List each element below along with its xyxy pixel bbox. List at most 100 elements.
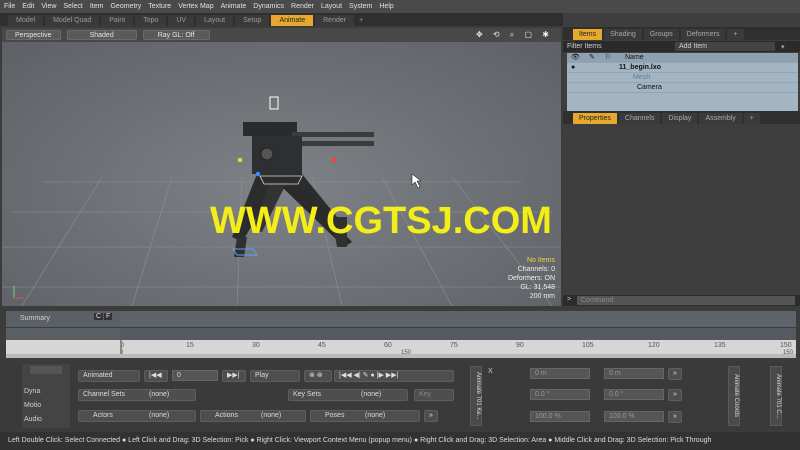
key-nav-buttons[interactable]: |◀◀ ◀| ✎ ● |▶ ▶▶| xyxy=(334,370,454,382)
menu-item-file[interactable]: File xyxy=(4,3,15,10)
tab-properties[interactable]: Properties xyxy=(573,113,617,124)
animate-coords-vtab[interactable]: Animate Coords xyxy=(728,366,740,426)
tab-topo[interactable]: Topo xyxy=(135,15,167,26)
ruler-tick-label: 120 xyxy=(648,342,660,349)
view-type-button[interactable]: Perspective xyxy=(6,30,61,40)
filter-items-field[interactable]: Filter Items xyxy=(563,43,673,50)
tab-setup[interactable]: Setup xyxy=(235,15,270,26)
menu-item-system[interactable]: System xyxy=(349,3,372,10)
menu-item-edit[interactable]: Edit xyxy=(22,3,34,10)
menu-item-vertex-map[interactable]: Vertex Map xyxy=(178,3,213,10)
menu-item-select[interactable]: Select xyxy=(63,3,82,10)
tab-animate[interactable]: Animate xyxy=(271,15,314,26)
tab-assembly[interactable]: Assembly xyxy=(699,113,742,124)
tab-model-quad[interactable]: Model Quad xyxy=(45,15,100,26)
actions-value: (none) xyxy=(261,412,282,419)
visibility-icon[interactable]: ● xyxy=(571,63,575,73)
summary-c-button[interactable]: C xyxy=(94,313,104,320)
scale-y-field[interactable]: 100.0 % xyxy=(604,411,664,422)
scale-x-field[interactable]: 100.0 % xyxy=(530,411,590,422)
viewport-nav-icons[interactable]: ✥ ⟲ ⌕ ▢ ✱ xyxy=(476,30,553,40)
summary-label: Summary xyxy=(20,315,50,322)
actors-dropdown[interactable]: Actors (none) xyxy=(78,410,196,422)
menu-item-render[interactable]: Render xyxy=(291,3,314,10)
frame-field[interactable]: 0 xyxy=(172,370,218,381)
rotation-x-field[interactable]: 0.0 ° xyxy=(530,389,590,400)
position-x-field[interactable]: 0 m xyxy=(530,368,590,379)
step-forward-buttons[interactable]: ▶▶| xyxy=(222,370,246,382)
actions-dropdown[interactable]: Actions (none) xyxy=(200,410,306,422)
scale-forward-button[interactable]: » xyxy=(668,411,682,423)
side-button-group: Dyna Motio Audio xyxy=(22,364,70,428)
raygl-button[interactable]: Ray GL: Off xyxy=(142,30,210,40)
command-input[interactable]: Command xyxy=(577,296,795,305)
tab-shading[interactable]: Shading xyxy=(604,29,642,40)
menu-item-dynamics[interactable]: Dynamics xyxy=(253,3,284,10)
actors-value: (none) xyxy=(149,412,170,419)
skip-back-buttons[interactable]: |◀◀ xyxy=(144,370,168,382)
list-item[interactable]: ● 11_begin.lxo xyxy=(567,63,798,73)
menu-item-item[interactable]: Item xyxy=(90,3,104,10)
eye-icon: 👁 xyxy=(571,54,580,61)
add-item-button[interactable]: Add Item xyxy=(675,42,775,51)
key-tools-icons[interactable]: ⊗ ⊗ xyxy=(304,370,332,382)
mouse-cursor xyxy=(411,173,422,189)
ruler-tick-label: 105 xyxy=(582,342,594,349)
position-y-field[interactable]: 0 m xyxy=(604,368,664,379)
tab-paint[interactable]: Paint xyxy=(101,15,134,26)
menu-item-layout[interactable]: Layout xyxy=(321,3,342,10)
tab-uv[interactable]: UV xyxy=(168,15,195,26)
tab-deformers[interactable]: Deformers xyxy=(680,29,726,40)
3d-viewport[interactable]: No Items Channels: 0 Deformers: ON GL: 3… xyxy=(2,42,561,306)
tab-layout[interactable]: Layout xyxy=(196,15,234,26)
add-properties-tab-button[interactable]: + xyxy=(743,113,760,124)
list-item[interactable]: Camera xyxy=(567,83,798,93)
list-item[interactable]: Mesh xyxy=(567,73,798,83)
key-sets-value: (none) xyxy=(361,391,382,398)
tab-groups[interactable]: Groups xyxy=(643,29,679,40)
tab-display[interactable]: Display xyxy=(662,113,698,124)
range-bar[interactable] xyxy=(6,354,796,358)
poses-label: Poses xyxy=(325,412,345,419)
play-button[interactable]: Play xyxy=(250,370,300,382)
key-button[interactable]: Key xyxy=(414,389,454,401)
menu-item-help[interactable]: Help xyxy=(379,3,393,10)
add-layout-tab-button[interactable]: + xyxy=(356,15,366,26)
menu-item-view[interactable]: View xyxy=(41,3,56,10)
poses-forward-button[interactable]: » xyxy=(424,410,438,422)
ruler-tick-label: 75 xyxy=(450,342,458,349)
channels-label: Channels: 0 xyxy=(517,266,555,273)
position-forward-button[interactable]: » xyxy=(668,368,682,380)
rotation-forward-button[interactable]: » xyxy=(668,389,682,401)
animated-dropdown[interactable]: Animated xyxy=(78,370,140,382)
poses-dropdown[interactable]: Poses (none) xyxy=(310,410,420,422)
key-sets-dropdown[interactable]: Key Sets (none) xyxy=(288,389,408,401)
animate-keys-vtab[interactable]: Animate 701 Ke... xyxy=(470,366,482,426)
timeline-track-row[interactable] xyxy=(6,328,796,340)
tab-model[interactable]: Model xyxy=(8,15,44,26)
menu-icon[interactable]: ▾ xyxy=(781,43,785,51)
keyframe-track[interactable] xyxy=(120,328,796,340)
add-items-tab-button[interactable]: + xyxy=(727,29,744,40)
audio-button[interactable]: Audio xyxy=(24,416,42,423)
dynamics-button[interactable]: Dyna xyxy=(24,388,40,395)
menu-item-animate[interactable]: Animate xyxy=(221,3,247,10)
viewport-scene xyxy=(2,96,561,306)
side-options-button[interactable] xyxy=(30,366,62,374)
animate-channels-vtab[interactable]: Animate 701 C... xyxy=(770,366,782,426)
timeline-summary-row[interactable]: Summary C F xyxy=(6,311,796,327)
tab-channels[interactable]: Channels xyxy=(618,113,661,124)
channel-sets-dropdown[interactable]: Channel Sets (none) xyxy=(78,389,196,401)
motion-button[interactable]: Motio xyxy=(24,402,41,409)
rotation-y-field[interactable]: 0.0 ° xyxy=(604,389,664,400)
menu-item-geometry[interactable]: Geometry xyxy=(110,3,141,10)
camera-gizmo xyxy=(269,96,279,110)
tab-render[interactable]: Render xyxy=(315,15,355,26)
shading-button[interactable]: Shaded xyxy=(66,30,137,40)
tab-items[interactable]: Items xyxy=(573,29,603,40)
menu-item-texture[interactable]: Texture xyxy=(148,3,171,10)
summary-f-button[interactable]: F xyxy=(104,313,113,320)
timeline-ruler[interactable]: 01530456075901051201351500150150 xyxy=(6,340,796,358)
items-list: 👁 ✎ ⚐ Name ● 11_begin.lxo Mesh Camera xyxy=(567,53,798,113)
summary-track[interactable] xyxy=(120,311,796,327)
